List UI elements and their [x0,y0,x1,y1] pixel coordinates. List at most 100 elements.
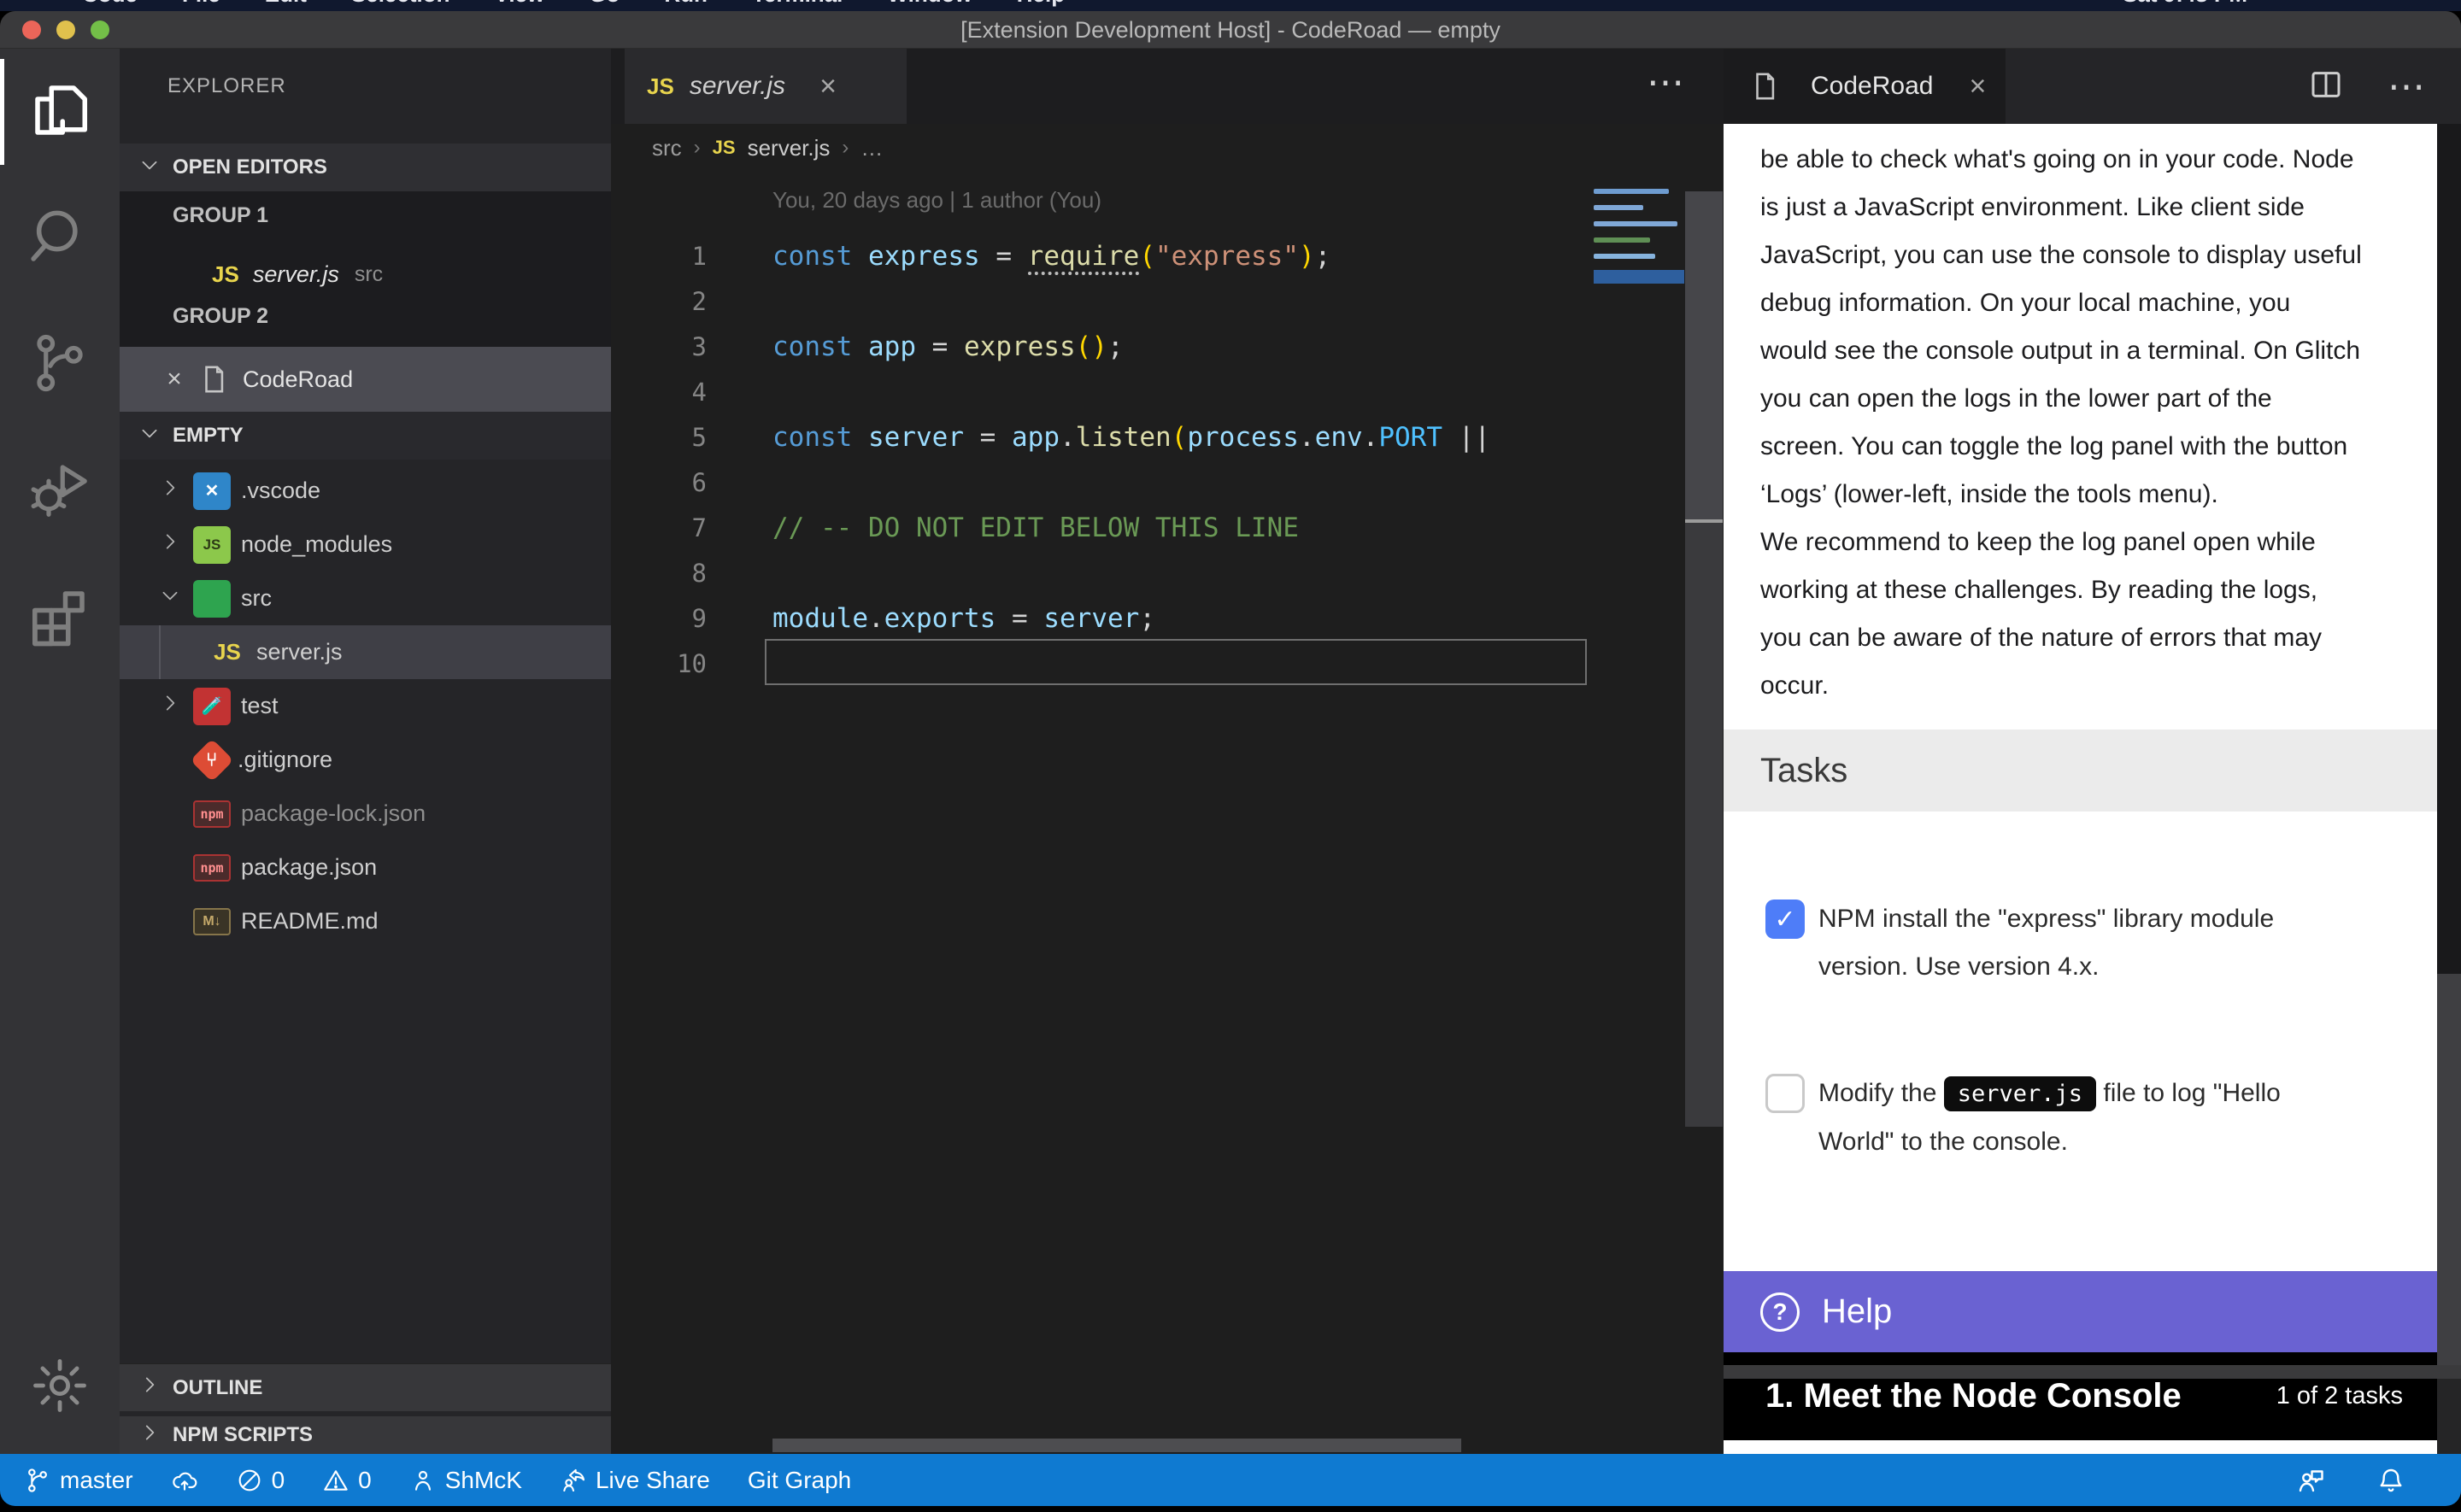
editor-scrollbar[interactable] [1685,191,1723,1127]
task-description: NPM install the "express" library module… [1818,895,2274,991]
extensions-icon [26,583,93,653]
code-line-8[interactable]: 8 [611,550,1587,595]
tree-item--vscode[interactable]: ✕.vscode [120,464,611,518]
code-text: // -- DO NOT EDIT BELOW THIS LINE [772,513,1299,543]
code-line-2[interactable]: 2 [611,278,1587,324]
error-count[interactable]: 0 [236,1467,285,1494]
open-editor-coderoad[interactable]: × CodeRoad [120,347,611,412]
editor-actions-ellipsis-icon[interactable]: ⋯ [1647,61,1689,104]
code-line-9[interactable]: 9module.exports = server; [611,595,1587,641]
minimap-line [1594,237,1650,243]
task-progress: 1 of 2 tasks [2276,1382,2403,1410]
open-editor-serverjs[interactable]: JS server.js src [120,248,611,301]
scrollbar-thumb[interactable] [1685,191,1723,519]
notifications-bell[interactable] [2376,1465,2406,1496]
git-graph-button[interactable]: Git Graph [748,1467,851,1494]
menu-item-go[interactable]: Go [589,0,620,8]
breadcrumb-more[interactable]: … [860,135,883,161]
js-file-icon: JS [713,137,736,159]
js-file-icon: JS [647,73,674,100]
line-number: 2 [611,287,707,316]
code-editor[interactable]: You, 20 days ago | 1 author (You) 1const… [611,172,1724,1454]
workspace-section[interactable]: EMPTY [120,412,611,460]
code-line-7[interactable]: 7// -- DO NOT EDIT BELOW THIS LINE [611,505,1587,550]
activity-bar-run-debug[interactable] [0,428,120,554]
tab-serverjs[interactable]: JS server.js × [625,49,907,124]
tab-coderoad[interactable]: CodeRoad × [1724,49,2006,124]
breadcrumb-file[interactable]: server.js [748,135,831,161]
npm-scripts-section[interactable]: NPM SCRIPTS [120,1416,611,1454]
feedback-button[interactable] [2295,1465,2326,1496]
menu-item-terminal[interactable]: Terminal [752,0,843,8]
code-line-3[interactable]: 3const app = express(); [611,324,1587,369]
lesson-text-line: be able to check what's going on in your… [1760,136,2411,184]
git-branch-icon [24,1467,51,1494]
menu-item-view[interactable]: View [495,0,545,8]
close-icon[interactable]: × [819,70,837,103]
close-icon[interactable]: × [1969,70,1986,103]
menu-item-run[interactable]: Run [664,0,708,8]
tab-label: CodeRoad [1811,72,1933,101]
branch-indicator[interactable]: master [24,1467,133,1494]
tree-item--gitignore[interactable]: ⑂.gitignore [120,733,611,787]
tree-item-test[interactable]: 🧪test [120,679,611,733]
tree-item-package-lock-json[interactable]: npmpackage-lock.json [120,787,611,841]
breadcrumb-src[interactable]: src [652,135,682,161]
tree-item-readme-md[interactable]: M↓README.md [120,894,611,948]
panel-actions-ellipsis-icon[interactable]: ⋯ [2388,65,2430,108]
status-label: master [60,1467,133,1494]
settings-gear-icon[interactable] [0,1334,120,1437]
tree-item-server-js[interactable]: JSserver.js [120,625,611,679]
node-modules-folder-icon: JS [193,526,231,564]
menu-item-code[interactable]: Code [82,0,138,8]
menu-item-window[interactable]: Window [887,0,972,8]
horizontal-scrollbar[interactable] [772,1439,1461,1452]
menu-item-edit[interactable]: Edit [265,0,307,8]
code-line-5[interactable]: 5const server = app.listen(process.env.P… [611,414,1587,460]
sidebar-title: EXPLORER [167,74,286,98]
split-editor-icon[interactable] [2309,67,2343,106]
webview-scrollbar[interactable] [2437,124,2461,1365]
task-checkbox-checked[interactable]: ✓ [1765,900,1805,939]
warning-count[interactable]: 0 [322,1467,372,1494]
code-line-1[interactable]: 1const express = require("express"); [611,233,1587,278]
minimap-selection-highlight [1594,270,1684,284]
activity-bar-search[interactable] [0,175,120,302]
code-text: const app = express(); [772,331,1124,362]
tree-item-src[interactable]: src [120,571,611,625]
menu-items[interactable]: Code File Edit Selection View Go Run Terminal Wi… [0,0,2461,8]
help-bar[interactable]: ? Help [1724,1271,2437,1352]
code-line-4[interactable]: 4 [611,369,1587,414]
minimap[interactable] [1594,189,1684,284]
line-number: 5 [611,423,707,452]
scrollbar-thumb[interactable] [2437,124,2461,974]
activity-bar-explorer[interactable] [0,49,120,175]
menu-item-selection[interactable]: Selection [351,0,450,8]
activity-bar-source-control[interactable] [0,302,120,428]
page-icon [195,360,232,398]
open-editor-detail: src [355,262,383,287]
close-icon[interactable]: × [154,365,195,394]
chevron-right-icon [159,530,193,559]
live-share-button[interactable]: Live Share [560,1467,710,1494]
indent-guide [159,625,209,679]
outline-section[interactable]: OUTLINE [120,1363,611,1411]
task-checkbox-unchecked[interactable] [1765,1074,1805,1113]
tree-item-package-json[interactable]: npmpackage.json [120,841,611,894]
sync-button[interactable] [171,1467,198,1494]
tree-item-label: .vscode [241,478,320,504]
lesson-text-line: is just a JavaScript environment. Like c… [1760,184,2411,231]
tree-item-node-modules[interactable]: JSnode_modules [120,518,611,571]
files-icon [26,77,93,148]
open-editors-section[interactable]: OPEN EDITORS [120,144,611,191]
code-line-6[interactable]: 6 [611,460,1587,505]
lesson-text-line: screen. You can toggle the log panel wit… [1760,423,2411,471]
status-label: Git Graph [748,1467,851,1494]
activity-bar-extensions[interactable] [0,554,120,681]
lesson-text-line: JavaScript, you can use the console to d… [1760,231,2411,279]
editor-group-1-label: GROUP 1 [173,203,268,228]
menu-item-file[interactable]: File [182,0,220,8]
task-description: Modify the server.js file to log "HelloW… [1818,1070,2281,1166]
account-item[interactable]: ShMcK [409,1467,522,1494]
menu-item-help[interactable]: Help [1017,0,1065,8]
